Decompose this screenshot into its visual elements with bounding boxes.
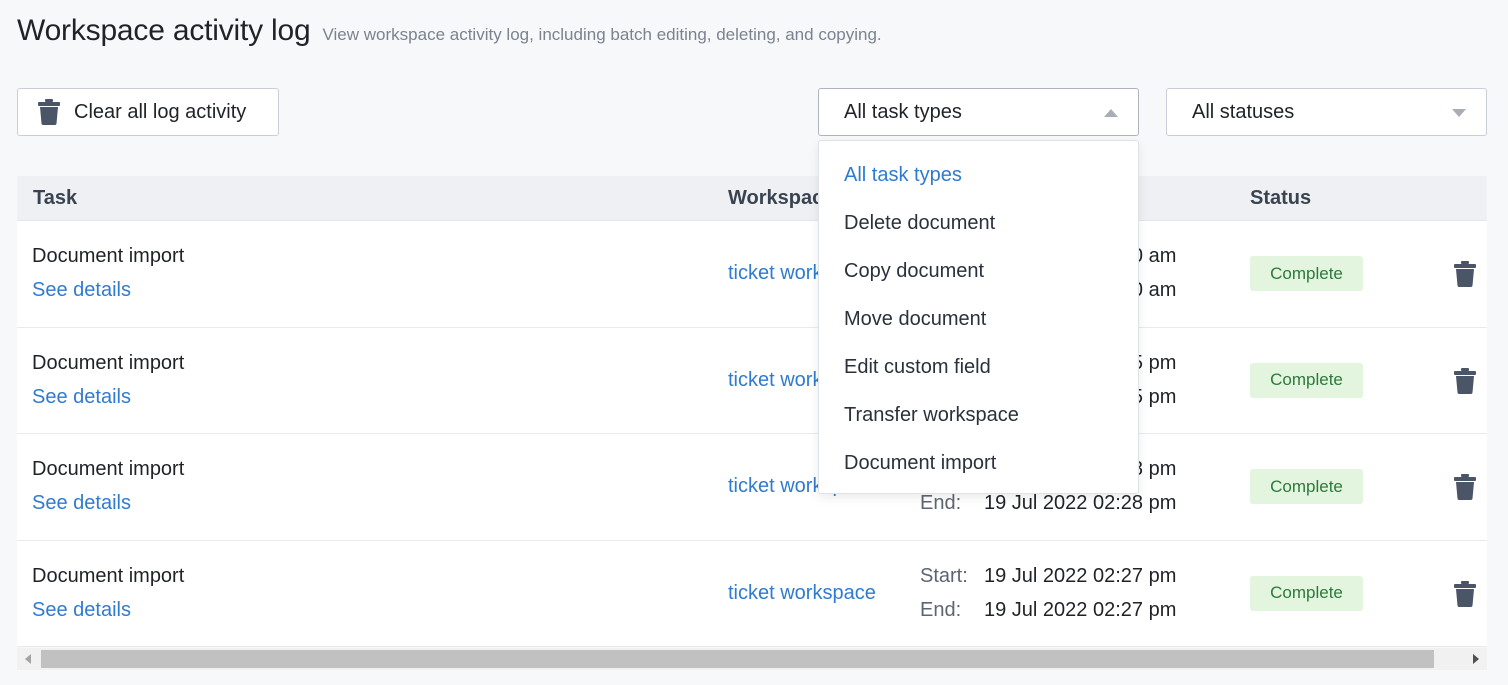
status-select-value: All statuses xyxy=(1192,101,1294,124)
end-label: End: xyxy=(920,599,961,622)
clear-all-log-label: Clear all log activity xyxy=(74,101,246,124)
start-label: Start: xyxy=(920,565,968,588)
see-details-link[interactable]: See details xyxy=(32,599,131,622)
task-name: Document import xyxy=(32,458,184,481)
page: Workspace activity log View workspace ac… xyxy=(0,0,1508,685)
see-details-link[interactable]: See details xyxy=(32,279,131,302)
column-header-task[interactable]: Task xyxy=(33,187,77,210)
status-badge: Complete xyxy=(1250,576,1363,611)
trash-icon[interactable] xyxy=(1454,581,1476,607)
activity-table: Task Workspace Status Document import Se… xyxy=(17,176,1487,647)
table-row: Document import See details ticket works… xyxy=(17,541,1487,648)
scroll-right-icon[interactable] xyxy=(1473,654,1479,664)
task-type-select-value: All task types xyxy=(844,101,962,124)
dropdown-option[interactable]: Move document xyxy=(819,295,1138,343)
status-badge: Complete xyxy=(1250,469,1363,504)
task-name: Document import xyxy=(32,245,184,268)
table-row: Document import See details ticket works… xyxy=(17,434,1487,541)
table-row: Document import See details ticket works… xyxy=(17,328,1487,435)
trash-icon[interactable] xyxy=(1454,474,1476,500)
caret-down-icon xyxy=(1452,109,1466,117)
caret-up-icon xyxy=(1104,109,1118,117)
see-details-link[interactable]: See details xyxy=(32,492,131,515)
task-name: Document import xyxy=(32,565,184,588)
see-details-link[interactable]: See details xyxy=(32,386,131,409)
status-select[interactable]: All statuses xyxy=(1166,88,1487,136)
end-time: 19 Jul 2022 02:27 pm xyxy=(984,599,1176,622)
dropdown-option[interactable]: Copy document xyxy=(819,247,1138,295)
workspace-link[interactable]: ticket workspace xyxy=(728,582,876,605)
task-name: Document import xyxy=(32,352,184,375)
task-type-select[interactable]: All task types xyxy=(818,88,1139,136)
page-title: Workspace activity log xyxy=(17,14,311,48)
column-header-status[interactable]: Status xyxy=(1250,187,1311,210)
dropdown-option[interactable]: Delete document xyxy=(819,199,1138,247)
page-subtitle: View workspace activity log, including b… xyxy=(323,25,882,45)
dropdown-option[interactable]: Document import xyxy=(819,439,1138,487)
trash-icon[interactable] xyxy=(1454,261,1476,287)
clear-all-log-button[interactable]: Clear all log activity xyxy=(17,88,279,136)
end-label: End: xyxy=(920,492,961,515)
horizontal-scrollbar[interactable] xyxy=(17,648,1487,670)
dropdown-option[interactable]: Transfer workspace xyxy=(819,391,1138,439)
dropdown-option[interactable]: Edit custom field xyxy=(819,343,1138,391)
scroll-left-icon[interactable] xyxy=(25,654,31,664)
page-header: Workspace activity log View workspace ac… xyxy=(17,14,882,48)
status-badge: Complete xyxy=(1250,363,1363,398)
table-row: Document import See details ticket works… xyxy=(17,221,1487,328)
status-badge: Complete xyxy=(1250,256,1363,291)
scrollbar-thumb[interactable] xyxy=(41,650,1434,668)
trash-icon xyxy=(38,99,60,125)
task-type-dropdown-menu: All task typesDelete documentCopy docume… xyxy=(818,140,1139,494)
trash-icon[interactable] xyxy=(1454,368,1476,394)
dropdown-option[interactable]: All task types xyxy=(819,151,1138,199)
end-time: 19 Jul 2022 02:28 pm xyxy=(984,492,1176,515)
table-header: Task Workspace Status xyxy=(17,176,1487,221)
table-body: Document import See details ticket works… xyxy=(17,221,1487,647)
start-time: 19 Jul 2022 02:27 pm xyxy=(984,565,1176,588)
